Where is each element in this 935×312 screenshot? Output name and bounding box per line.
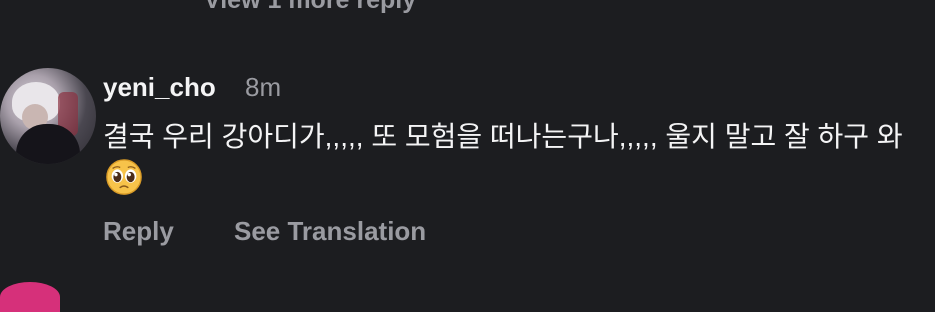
reply-button[interactable]: Reply bbox=[103, 216, 174, 247]
view-more-replies-link[interactable]: View 1 more reply bbox=[204, 0, 416, 15]
pleading-face-icon bbox=[106, 159, 142, 195]
comment-timestamp: 8m bbox=[245, 72, 282, 102]
comment-username[interactable]: yeni_cho bbox=[103, 72, 216, 103]
comment-body: 결국 우리 강아디가,,,,, 또 모험을 떠나는구나,,,,, 울지 말고 잘… bbox=[103, 121, 903, 152]
see-translation-button[interactable]: See Translation bbox=[234, 216, 426, 247]
avatar[interactable] bbox=[0, 68, 96, 164]
next-comment-avatar[interactable] bbox=[0, 282, 60, 312]
comment-text: 결국 우리 강아디가,,,,, 또 모험을 떠나는구나,,,,, 울지 말고 잘… bbox=[103, 116, 923, 198]
